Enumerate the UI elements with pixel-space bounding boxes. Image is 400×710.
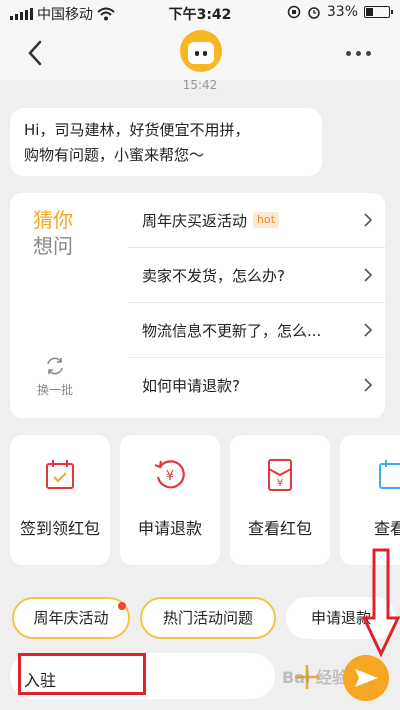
annotation-highlight-box [18, 653, 146, 695]
greeting-line-2: 购物有问题，小蜜来帮您～ [24, 146, 205, 164]
chevron-right-icon [364, 268, 373, 282]
shortcut-label: 签到领红包 [19, 519, 100, 538]
question-label: 如何申请退款? [142, 377, 240, 395]
question-item[interactable]: 物流信息不更新了，怎么... [128, 303, 385, 358]
quick-pill[interactable]: 周年庆活动 [12, 597, 130, 639]
shortcut-card-checkin[interactable]: 签到领红包 [10, 435, 110, 565]
chevron-right-icon [364, 323, 373, 337]
annotation-arrow-icon [361, 548, 400, 658]
quick-pill-label: 周年庆活动 [33, 609, 109, 627]
red-envelope-icon: ¥ [268, 459, 292, 491]
question-list: 周年庆买返活动 hot 卖家不发货，怎么办? 物流信息不更新了，怎么... 如何… [128, 193, 385, 413]
calendar-check-icon [46, 460, 74, 489]
question-label: 物流信息不更新了，怎么... [142, 321, 322, 340]
shortcut-label: 查看红包 [247, 519, 312, 538]
shortcut-label: 查看 [373, 519, 400, 538]
chevron-right-icon [364, 378, 373, 392]
status-right: 33% [287, 4, 393, 20]
greeting-line-1: Hi，司马建林，好货便宜不用拼， [24, 121, 250, 139]
shortcut-row: 签到领红包 ¥ 申请退款 ¥ 查看红包 查看 [10, 435, 400, 565]
battery-icon [364, 6, 393, 18]
quick-pill-label: 热门活动问题 [162, 609, 253, 627]
guess-title: 猜你 想问 [33, 207, 73, 259]
chevron-right-icon [364, 213, 373, 227]
shortcut-label: 申请退款 [137, 519, 202, 538]
question-label: 卖家不发货，怎么办? [142, 266, 285, 285]
question-item[interactable]: 如何申请退款? [128, 358, 385, 413]
guess-title-part2: 想问 [33, 234, 73, 258]
alarm-icon [308, 7, 320, 19]
back-icon[interactable] [22, 36, 52, 70]
refresh-icon [47, 357, 63, 375]
calendar-icon [379, 460, 400, 489]
notification-dot [118, 602, 126, 610]
guess-title-part1: 猜你 [33, 208, 73, 232]
more-icon[interactable] [346, 44, 380, 62]
question-item[interactable]: 周年庆买返活动 hot [128, 193, 385, 248]
question-item[interactable]: 卖家不发货，怎么办? [128, 248, 385, 303]
question-label: 周年庆买返活动 [142, 211, 248, 230]
quick-pill[interactable]: 热门活动问题 [140, 597, 276, 639]
mascot-avatar [180, 30, 222, 72]
orientation-lock-icon [287, 5, 301, 19]
refund-yen-icon: ¥ [154, 460, 185, 489]
nav-bar [0, 26, 400, 80]
shortcut-card-redpacket[interactable]: ¥ 查看红包 [230, 435, 330, 565]
shortcut-card-refund[interactable]: ¥ 申请退款 [120, 435, 220, 565]
svg-text:¥: ¥ [166, 469, 174, 484]
refresh-button[interactable]: 换一批 [32, 355, 78, 398]
shortcut-card-partial[interactable]: 查看 [340, 435, 400, 565]
refresh-label: 换一批 [36, 383, 73, 397]
quick-pill-row: 周年庆活动 热门活动问题 申请退款 [10, 597, 400, 639]
watermark-text: Bai 经验 [282, 668, 349, 687]
send-icon [355, 669, 378, 687]
battery-percent: 33% [326, 4, 358, 20]
hot-badge: hot [253, 212, 280, 228]
chat-timestamp: 15:42 [182, 78, 218, 92]
guess-questions-card: 猜你 想问 换一批 周年庆买返活动 hot 卖家不发货，怎么办? 物流信息不更新… [10, 193, 385, 418]
svg-text:¥: ¥ [277, 478, 283, 489]
send-button[interactable] [343, 655, 389, 701]
greeting-bubble: Hi，司马建林，好货便宜不用拼， 购物有问题，小蜜来帮您～ [10, 108, 322, 176]
status-bar: 中国移动 下午3:42 33% [0, 0, 400, 26]
